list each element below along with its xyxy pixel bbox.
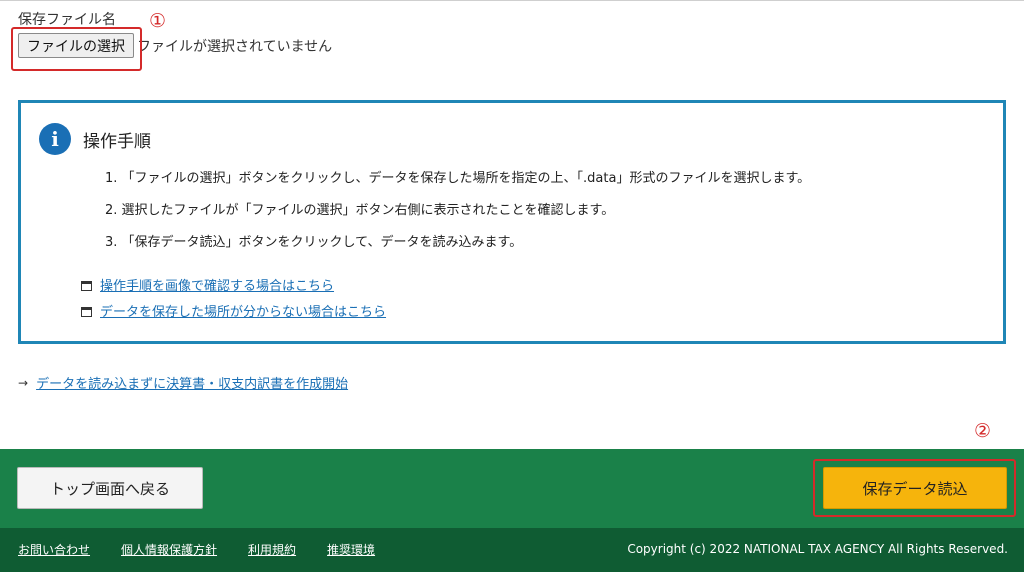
info-icon: i xyxy=(39,123,71,155)
annotation-box-2 xyxy=(813,459,1016,517)
image-guide-link-row[interactable]: 操作手順を画像で確認する場合はこちら xyxy=(81,275,334,294)
image-guide-link[interactable]: 操作手順を画像で確認する場合はこちら xyxy=(100,275,334,294)
new-window-icon xyxy=(81,280,92,291)
arrow-right-icon: → xyxy=(18,375,29,390)
start-without-data-row[interactable]: → データを読み込まずに決算書・収支内訳書を作成開始 xyxy=(18,373,348,393)
start-without-data-link[interactable]: データを読み込まずに決算書・収支内訳書を作成開始 xyxy=(36,373,348,392)
footer-link-contact[interactable]: お問い合わせ xyxy=(18,541,90,558)
save-location-help-link[interactable]: データを保存した場所が分からない場合はこちら xyxy=(100,301,386,320)
footer-links: お問い合わせ 個人情報保護方針 利用規約 推奨環境 xyxy=(18,541,406,558)
save-location-link-row[interactable]: データを保存した場所が分からない場合はこちら xyxy=(81,301,386,320)
step-item: 3. 「保存データ読込」ボタンをクリックして、データを読み込みます。 xyxy=(105,235,523,250)
site-footer: お問い合わせ 個人情報保護方針 利用規約 推奨環境 Copyright (c) … xyxy=(0,528,1024,572)
footer-link-privacy[interactable]: 個人情報保護方針 xyxy=(121,541,217,558)
file-field-label: 保存ファイル名 xyxy=(18,12,116,28)
back-to-top-button[interactable]: トップ画面へ戻る xyxy=(17,467,203,509)
footer-link-environment[interactable]: 推奨環境 xyxy=(327,541,375,558)
instructions-steps: 1. 「ファイルの選択」ボタンをクリックし、データを保存した場所を指定の上、「.… xyxy=(105,169,810,265)
file-status-text: ファイルが選択されていません xyxy=(137,38,333,55)
step-item: 1. 「ファイルの選択」ボタンをクリックし、データを保存した場所を指定の上、「.… xyxy=(105,171,811,186)
copyright-text: Copyright (c) 2022 NATIONAL TAX AGENCY A… xyxy=(627,542,1008,556)
instructions-panel: i 操作手順 1. 「ファイルの選択」ボタンをクリックし、データを保存した場所を… xyxy=(18,100,1006,344)
step-item: 2. 選択したファイルが「ファイルの選択」ボタン右側に表示されたことを確認します… xyxy=(105,203,615,218)
annotation-marker-2: ② xyxy=(974,420,992,442)
new-window-icon xyxy=(81,306,92,317)
annotation-box-1 xyxy=(11,27,142,71)
footer-link-terms[interactable]: 利用規約 xyxy=(248,541,296,558)
instructions-title: 操作手順 xyxy=(83,132,151,152)
top-divider xyxy=(0,0,1024,1)
annotation-marker-1: ① xyxy=(149,10,167,32)
